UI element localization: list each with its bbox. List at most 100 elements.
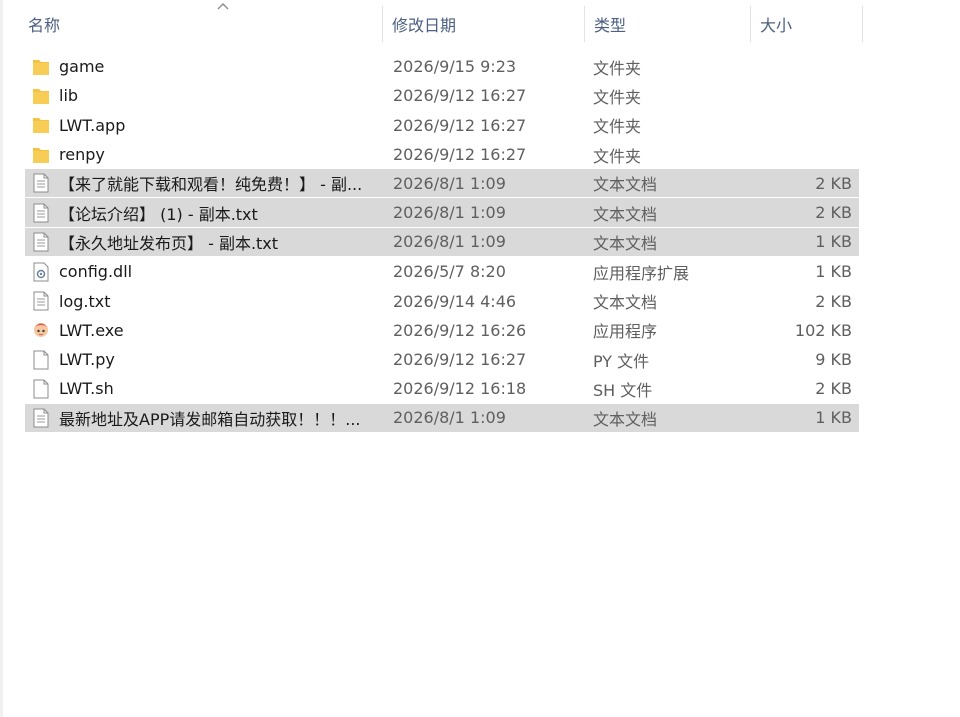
column-header-date[interactable]: 修改日期 — [384, 6, 584, 42]
file-type: 文件夹 — [593, 146, 642, 166]
file-size: 102 KB — [794, 320, 852, 340]
file-size — [755, 81, 852, 110]
text-file-icon — [31, 290, 51, 312]
file-size: 2 KB — [815, 291, 852, 311]
file-date: 2026/9/12 16:27 — [393, 145, 527, 165]
text-file-icon — [31, 172, 51, 194]
column-header-bar: 名称 修改日期 类型 大小 — [20, 0, 865, 46]
file-date: 2026/9/12 16:27 — [393, 350, 527, 370]
file-name-cell: LWT.py — [31, 345, 383, 374]
file-size — [755, 111, 852, 140]
file-name: lib — [59, 86, 79, 106]
folder-icon — [31, 56, 51, 78]
file-name: 【永久地址发布页】 - 副本.txt — [59, 233, 279, 253]
file-name-cell: renpy — [31, 140, 383, 169]
file-date: 2026/8/1 1:09 — [393, 232, 506, 252]
file-type: SH 文件 — [593, 380, 653, 400]
text-file-icon — [31, 202, 51, 224]
file-name-cell: 【论坛介绍】 (1) - 副本.txt — [31, 198, 383, 226]
file-type: 文本文档 — [593, 233, 658, 253]
file-size: 1 KB — [815, 408, 852, 428]
file-date: 2026/9/15 9:23 — [393, 57, 517, 77]
file-row[interactable]: 最新地址及APP请发邮箱自动获取！！！... 2026/8/1 1:09 文本文档 1… — [25, 403, 859, 433]
file-name: LWT.py — [59, 350, 115, 370]
file-size — [755, 52, 852, 81]
column-header-name[interactable]: 名称 — [20, 6, 382, 42]
folder-icon — [31, 85, 51, 107]
file-size — [755, 140, 852, 169]
file-name: game — [59, 57, 105, 77]
column-divider[interactable] — [862, 6, 863, 42]
file-size: 1 KB — [815, 262, 852, 282]
folder-icon — [31, 144, 51, 166]
file-name: 【来了就能下载和观看！纯免费！】 - 副... — [59, 175, 363, 195]
column-divider[interactable] — [382, 6, 383, 42]
file-date: 2026/9/12 16:27 — [393, 115, 527, 135]
column-divider[interactable] — [584, 6, 585, 42]
text-file-icon — [31, 231, 51, 253]
file-name-cell: 【永久地址发布页】 - 副本.txt — [31, 228, 383, 256]
file-name-cell: LWT.sh — [31, 374, 383, 403]
file-type: 文本文档 — [593, 204, 658, 224]
file-name-cell: game — [31, 52, 383, 81]
file-type: 应用程序 — [593, 322, 658, 342]
file-date: 2026/9/12 16:27 — [393, 86, 527, 106]
file-row[interactable]: LWT.py 2026/9/12 16:27 PY 文件 9 KB — [25, 345, 859, 374]
file-row[interactable]: game 2026/9/15 9:23 文件夹 — [25, 52, 859, 81]
file-row[interactable]: renpy 2026/9/12 16:27 文件夹 — [25, 140, 859, 169]
file-type: 文件夹 — [593, 87, 642, 107]
file-name: config.dll — [59, 262, 133, 282]
file-date: 2026/9/14 4:46 — [393, 291, 517, 311]
file-name: LWT.exe — [59, 320, 124, 340]
file-row[interactable]: 【来了就能下载和观看！纯免费！】 - 副... 2026/8/1 1:09 文本文档… — [25, 169, 859, 199]
file-date: 2026/8/1 1:09 — [393, 173, 506, 193]
file-name: 最新地址及APP请发邮箱自动获取！！！... — [59, 409, 361, 429]
file-size: 1 KB — [815, 232, 852, 252]
file-name: 【论坛介绍】 (1) - 副本.txt — [59, 204, 258, 224]
file-row[interactable]: config.dll 2026/5/7 8:20 应用程序扩展 1 KB — [25, 257, 859, 286]
file-size: 2 KB — [815, 173, 852, 193]
text-file-icon — [31, 407, 51, 429]
file-row[interactable]: LWT.exe 2026/9/12 16:26 应用程序 102 KB — [25, 316, 859, 345]
file-name: LWT.app — [59, 115, 126, 135]
file-date: 2026/9/12 16:18 — [393, 379, 527, 399]
column-divider[interactable] — [750, 6, 751, 42]
file-row[interactable]: lib 2026/9/12 16:27 文件夹 — [25, 81, 859, 110]
file-type: 文件夹 — [593, 117, 642, 137]
file-date: 2026/9/12 16:26 — [393, 320, 527, 340]
file-row[interactable]: 【论坛介绍】 (1) - 副本.txt 2026/8/1 1:09 文本文档 2 KB — [25, 198, 859, 228]
file-type: 文本文档 — [593, 175, 658, 195]
file-row[interactable]: LWT.app 2026/9/12 16:27 文件夹 — [25, 111, 859, 140]
blank-file-icon — [31, 378, 51, 400]
folder-icon — [31, 114, 51, 136]
column-header-size[interactable]: 大小 — [752, 6, 862, 42]
file-explorer-window: 名称 修改日期 类型 大小 game 2026/9/15 9:23 文件夹 lib 20… — [0, 0, 960, 717]
file-type: 文本文档 — [593, 409, 658, 429]
file-row[interactable]: log.txt 2026/9/14 4:46 文本文档 2 KB — [25, 286, 859, 315]
dll-file-icon — [31, 261, 51, 283]
file-name-cell: 最新地址及APP请发邮箱自动获取！！！... — [31, 404, 383, 432]
file-size: 2 KB — [815, 203, 852, 223]
file-type: 文本文档 — [593, 293, 658, 313]
file-type: PY 文件 — [593, 351, 650, 371]
blank-file-icon — [31, 349, 51, 371]
file-name: renpy — [59, 145, 105, 165]
file-list: game 2026/9/15 9:23 文件夹 lib 2026/9/12 16:27 文… — [25, 52, 859, 433]
window-left-edge — [0, 0, 3, 717]
file-name-cell: 【来了就能下载和观看！纯免费！】 - 副... — [31, 169, 383, 197]
file-size: 2 KB — [815, 379, 852, 399]
file-name-cell: LWT.app — [31, 111, 383, 140]
file-size: 9 KB — [815, 350, 852, 370]
file-name-cell: lib — [31, 81, 383, 110]
column-header-type[interactable]: 类型 — [586, 6, 750, 42]
file-date: 2026/8/1 1:09 — [393, 408, 506, 428]
file-row[interactable]: LWT.sh 2026/9/12 16:18 SH 文件 2 KB — [25, 374, 859, 403]
file-date: 2026/5/7 8:20 — [393, 262, 506, 282]
file-name-cell: log.txt — [31, 286, 383, 315]
file-name: LWT.sh — [59, 379, 114, 399]
file-row[interactable]: 【永久地址发布页】 - 副本.txt 2026/8/1 1:09 文本文档 1 KB — [25, 227, 859, 258]
app-exe-icon — [31, 319, 51, 341]
file-name: log.txt — [59, 291, 111, 311]
file-date: 2026/8/1 1:09 — [393, 203, 506, 223]
file-name-cell: LWT.exe — [31, 316, 383, 345]
